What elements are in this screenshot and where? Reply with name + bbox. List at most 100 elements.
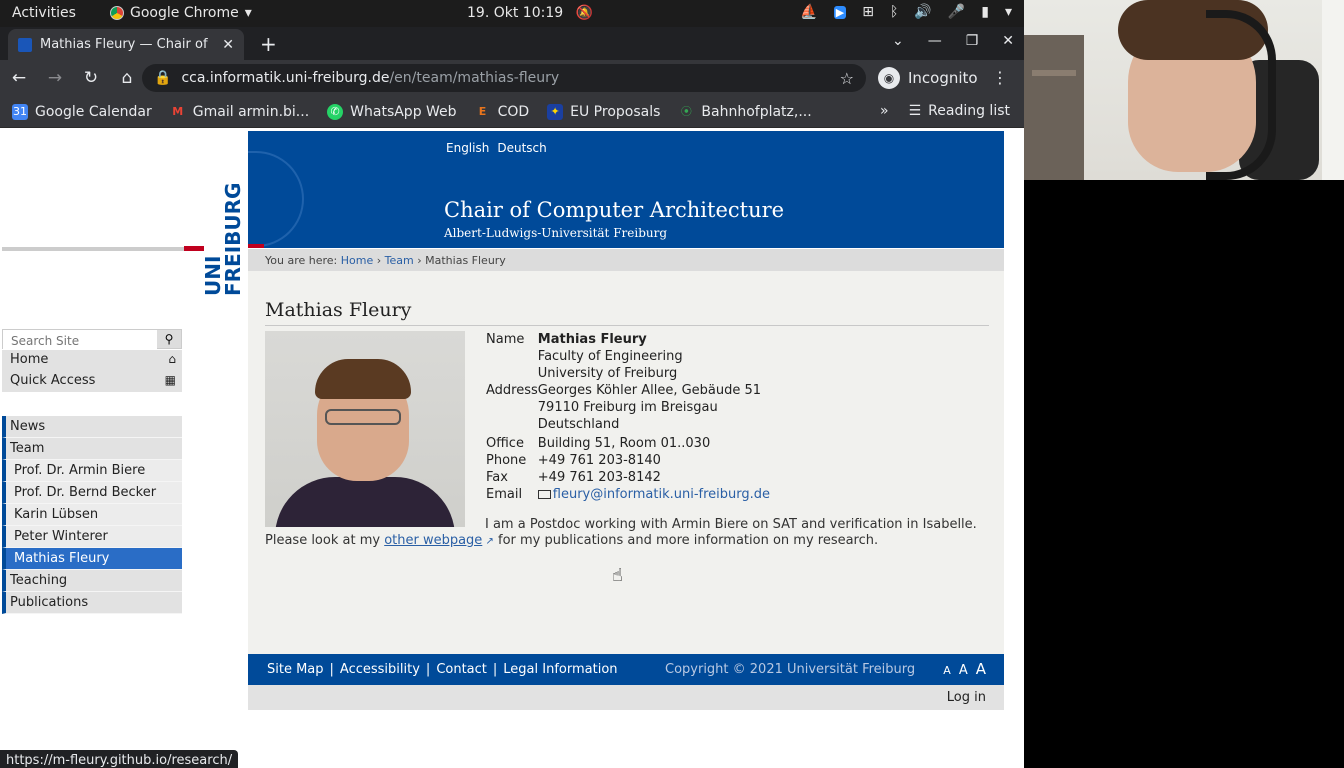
bookmark-maps[interactable]: ⦿ Bahnhofplatz,... bbox=[678, 104, 812, 120]
tab-title: Mathias Fleury — Chair of bbox=[40, 37, 208, 52]
minimize-button[interactable]: — bbox=[928, 33, 942, 49]
more-bookmarks-icon[interactable]: » bbox=[880, 103, 889, 119]
clock[interactable]: 19. Okt 10:19 🔕 bbox=[467, 5, 593, 21]
profile-photo bbox=[265, 331, 465, 527]
site-title[interactable]: Chair of Computer Architecture bbox=[444, 198, 784, 222]
sidebar-item-karin-luebsen[interactable]: Karin Lübsen bbox=[2, 504, 182, 526]
university-seal-icon bbox=[248, 151, 304, 247]
site-favicon-icon bbox=[18, 37, 32, 52]
footer-sitemap-link[interactable]: Site Map bbox=[267, 662, 324, 677]
address-line: Deutschland bbox=[537, 417, 620, 432]
reading-list-button[interactable]: ☰ Reading list bbox=[909, 103, 1010, 119]
gmail-icon: M bbox=[172, 104, 184, 118]
header-accent bbox=[248, 244, 264, 248]
address-line: Faculty of Engineering bbox=[537, 349, 683, 364]
bookmark-google-calendar[interactable]: 31 Google Calendar bbox=[12, 103, 152, 120]
reload-button[interactable]: ↻ bbox=[80, 68, 102, 88]
bookmark-whatsapp[interactable]: ✆ WhatsApp Web bbox=[327, 103, 457, 120]
url-host: cca.informatik.uni-freiburg.de bbox=[181, 70, 390, 86]
battery-icon: ▮ bbox=[981, 4, 989, 20]
network-icon: ⊞ bbox=[862, 4, 874, 20]
calendar-icon: 31 bbox=[12, 103, 28, 120]
footer-accessibility-link[interactable]: Accessibility bbox=[340, 662, 420, 677]
volume-icon: 🔊 bbox=[914, 4, 932, 20]
footer-legal-link[interactable]: Legal Information bbox=[503, 662, 617, 677]
maximize-button[interactable]: ❐ bbox=[966, 33, 979, 49]
sidebar-quick-access[interactable]: Quick Access ▦ bbox=[2, 371, 182, 392]
title-divider bbox=[265, 325, 989, 326]
site-header: English Deutsch Chair of Computer Archit… bbox=[248, 131, 1004, 248]
grid-icon: ▦ bbox=[164, 373, 176, 387]
activities-button[interactable]: Activities bbox=[12, 5, 76, 21]
bookmark-eu-proposals[interactable]: ✦ EU Proposals bbox=[547, 103, 660, 120]
login-link[interactable]: Log in bbox=[947, 690, 986, 705]
sidebar-home[interactable]: Home ⌂ bbox=[2, 350, 182, 371]
map-pin-icon: ⦿ bbox=[680, 104, 692, 118]
lang-deutsch-link[interactable]: Deutsch bbox=[497, 141, 546, 155]
font-size-medium-button[interactable]: A bbox=[959, 663, 968, 678]
external-link-icon: ↗ bbox=[482, 536, 494, 547]
chrome-icon bbox=[110, 6, 124, 20]
breadcrumb-team-link[interactable]: Team bbox=[385, 254, 414, 267]
site-subtitle: Albert-Ludwigs-Universität Freiburg bbox=[444, 226, 668, 240]
system-tray[interactable]: ⛵ ▶ ⊞ ᛒ 🔊 🎤 ▮ ▾ bbox=[800, 4, 1012, 20]
notifications-muted-icon: 🔕 bbox=[575, 5, 594, 21]
sidebar-item-bernd-becker[interactable]: Prof. Dr. Bernd Becker bbox=[2, 482, 182, 504]
tab-search-icon[interactable]: ⌄ bbox=[892, 33, 904, 49]
bookmark-gmail[interactable]: M Gmail armin.bi... bbox=[170, 104, 309, 120]
browser-window: Mathias Fleury — Chair of ✕ + ⌄ — ❐ ✕ ← … bbox=[0, 27, 1024, 768]
logo-divider bbox=[2, 247, 184, 251]
sidebar-item-teaching[interactable]: Teaching bbox=[2, 570, 182, 592]
font-size-small-button[interactable]: A bbox=[943, 664, 951, 677]
office-value: Building 51, Room 01..030 bbox=[537, 436, 711, 451]
search-icon[interactable]: ⚲ bbox=[157, 330, 181, 348]
reading-list-icon: ☰ bbox=[908, 103, 922, 119]
page-title: Mathias Fleury bbox=[265, 299, 412, 321]
back-button[interactable]: ← bbox=[8, 68, 30, 88]
hand-cursor-icon: ☝ bbox=[612, 565, 623, 586]
microphone-icon: 🎤 bbox=[947, 4, 966, 20]
close-window-button[interactable]: ✕ bbox=[1002, 33, 1014, 49]
bookmark-cod[interactable]: E COD bbox=[475, 104, 529, 120]
university-logo[interactable]: UNI FREIBURG bbox=[0, 131, 248, 311]
name-label: Name bbox=[486, 332, 525, 347]
lang-english-link[interactable]: English bbox=[446, 141, 489, 155]
address-bar[interactable]: 🔒 cca.informatik.uni-freiburg.de/en/team… bbox=[142, 64, 866, 92]
window-controls: ⌄ — ❐ ✕ bbox=[892, 33, 1014, 49]
sidebar-item-team[interactable]: Team bbox=[2, 438, 182, 460]
sidebar-item-mathias-fleury[interactable]: Mathias Fleury bbox=[2, 548, 182, 570]
bookmark-star-icon[interactable]: ☆ bbox=[840, 69, 854, 88]
accessibility-icon: ⛵ bbox=[800, 4, 818, 20]
main-content: Mathias Fleury Name Mathias Fleury Facult… bbox=[248, 271, 1004, 654]
app-menu[interactable]: Google Chrome ▾ bbox=[110, 5, 252, 21]
sidebar-item-armin-biere[interactable]: Prof. Dr. Armin Biere bbox=[2, 460, 182, 482]
browser-menu-icon[interactable]: ⋮ bbox=[992, 68, 1008, 87]
fax-label: Fax bbox=[486, 470, 508, 485]
sidebar-item-publications[interactable]: Publications bbox=[2, 592, 182, 614]
web-page: UNI FREIBURG English Deutsch Chair of Co… bbox=[0, 131, 1024, 768]
font-size-large-button[interactable]: A bbox=[976, 660, 986, 678]
address-line: University of Freiburg bbox=[537, 366, 678, 381]
copyright: Copyright © 2021 Universität Freiburg bbox=[665, 662, 916, 677]
zoom-icon: ▶ bbox=[833, 5, 847, 19]
search-input[interactable] bbox=[3, 332, 157, 350]
sidebar-item-peter-winterer[interactable]: Peter Winterer bbox=[2, 526, 182, 548]
forward-button[interactable]: → bbox=[44, 68, 66, 88]
new-tab-button[interactable]: + bbox=[260, 32, 277, 56]
tab-active[interactable]: Mathias Fleury — Chair of ✕ bbox=[8, 29, 244, 60]
breadcrumb: You are here: Home › Team › Mathias Fleu… bbox=[248, 249, 1004, 271]
office-label: Office bbox=[486, 436, 524, 451]
bookmarks-bar: 31 Google Calendar M Gmail armin.bi... ✆ Wh… bbox=[0, 96, 1024, 128]
email-link[interactable]: fleury@informatik.uni-freiburg.de bbox=[553, 487, 770, 502]
other-webpage-link[interactable]: other webpage bbox=[384, 533, 482, 548]
address-line: Georges Köhler Allee, Gebäude 51 bbox=[537, 383, 762, 398]
footer-contact-link[interactable]: Contact bbox=[436, 662, 487, 677]
breadcrumb-home-link[interactable]: Home bbox=[341, 254, 373, 267]
sidebar-item-news[interactable]: News bbox=[2, 416, 182, 438]
lock-icon: 🔒 bbox=[154, 70, 172, 86]
contact-info: Name Mathias Fleury Faculty of Engineerin… bbox=[486, 331, 770, 503]
system-top-bar: Activities Google Chrome ▾ 19. Okt 10:19… bbox=[0, 0, 1024, 27]
incognito-indicator[interactable]: ◉ Incognito bbox=[878, 67, 978, 89]
home-button[interactable]: ⌂ bbox=[116, 68, 138, 88]
close-tab-icon[interactable]: ✕ bbox=[222, 37, 234, 53]
